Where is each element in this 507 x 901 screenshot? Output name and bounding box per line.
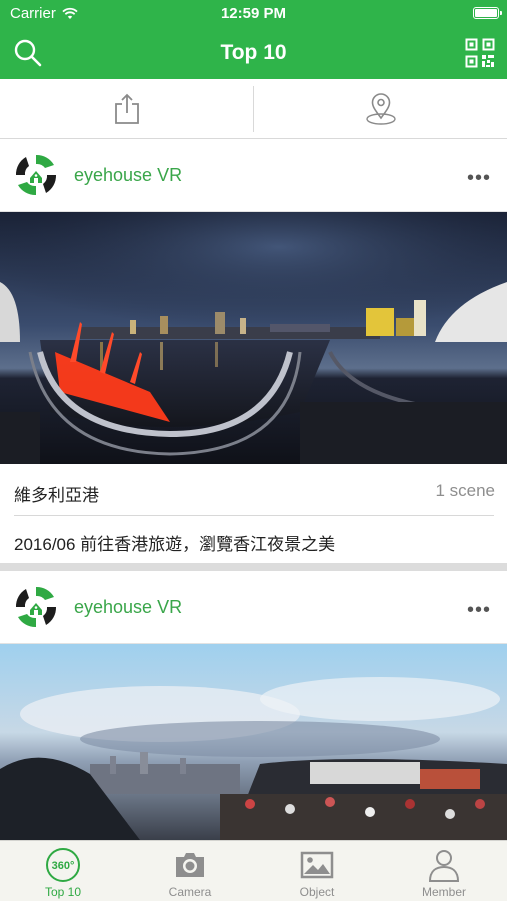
peak-dusk-panorama — [0, 644, 507, 840]
share-icon[interactable] — [113, 93, 141, 125]
camera-icon — [176, 853, 204, 877]
divider — [14, 515, 494, 516]
post-header: eyehouse VR ••• — [0, 139, 507, 212]
eyehouse-logo-icon[interactable] — [13, 152, 59, 198]
svg-text:360°: 360° — [52, 860, 75, 872]
author-name[interactable]: eyehouse VR — [74, 165, 182, 186]
person-icon — [428, 850, 460, 882]
nav-bar: Top 10 — [0, 28, 507, 79]
author-name[interactable]: eyehouse VR — [74, 597, 182, 618]
divider — [253, 86, 254, 132]
tab-object[interactable]: Object — [254, 841, 380, 901]
panorama-image[interactable] — [0, 212, 507, 464]
page-title: Top 10 — [220, 41, 287, 64]
tab-bar: 360° Top 10 Camera Object Member — [0, 840, 507, 901]
360-icon: 360° — [46, 848, 80, 882]
tab-member[interactable]: Member — [381, 841, 507, 901]
harbour-night-panorama — [0, 212, 507, 464]
post-description: 2016/06 前往香港旅遊，瀏覽香江夜景之美 — [14, 535, 336, 554]
eyehouse-logo-icon[interactable] — [13, 584, 59, 630]
tab-label: Member — [421, 885, 466, 899]
post-title: 維多利亞港 — [14, 486, 99, 505]
tab-label: Top 10 — [44, 885, 82, 899]
location-pin-icon[interactable] — [364, 92, 398, 126]
scene-count: 1 scene — [435, 481, 495, 500]
post-title-row[interactable]: 維多利亞港 1 scene — [0, 465, 507, 515]
image-icon — [300, 851, 334, 879]
post-header: eyehouse VR ••• — [0, 571, 507, 644]
clock: 12:59 PM — [220, 5, 287, 22]
more-options-icon[interactable]: ••• — [467, 599, 491, 622]
action-bar — [0, 79, 507, 139]
qr-code-icon[interactable] — [465, 38, 495, 68]
tab-label: Camera — [168, 885, 212, 899]
tab-label: Object — [299, 885, 335, 899]
tab-camera[interactable]: Camera — [127, 841, 253, 901]
status-bar: Carrier 12:59 PM — [0, 0, 507, 28]
panorama-image[interactable] — [0, 644, 507, 840]
feed-separator — [0, 563, 507, 571]
tab-top10[interactable]: 360° Top 10 — [0, 841, 126, 901]
battery-icon — [473, 7, 502, 19]
more-options-icon[interactable]: ••• — [467, 167, 491, 190]
